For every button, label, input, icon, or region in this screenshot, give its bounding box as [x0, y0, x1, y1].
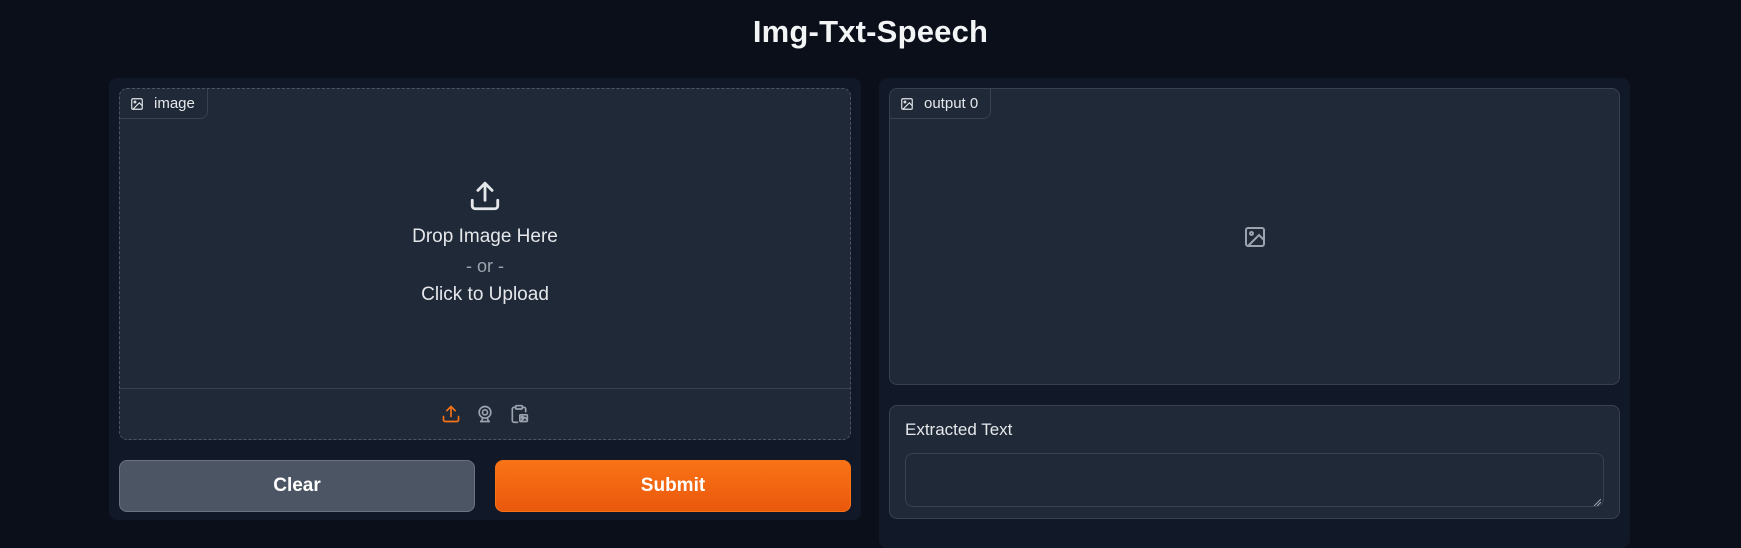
output-image-label: output 0	[890, 89, 992, 119]
image-placeholder-icon	[1244, 226, 1265, 247]
extracted-text-field[interactable]	[905, 453, 1604, 507]
source-upload-button[interactable]	[440, 403, 462, 425]
webcam-icon	[478, 405, 492, 423]
image-input[interactable]: image Drop Image Here - or - Click to Up…	[119, 88, 851, 440]
upload-dropzone[interactable]: Drop Image Here - or - Click to Upload	[120, 89, 850, 389]
upload-icon	[470, 181, 500, 211]
image-icon	[901, 97, 913, 110]
extracted-text-block: Extracted Text	[889, 405, 1620, 519]
input-panel: image Drop Image Here - or - Click to Up…	[109, 78, 861, 520]
or-text: - or -	[466, 256, 504, 276]
clear-button[interactable]: Clear	[119, 460, 475, 512]
submit-button[interactable]: Submit	[495, 460, 851, 512]
resize-handle-icon[interactable]	[1593, 498, 1601, 506]
upload-icon	[442, 405, 460, 423]
drop-text: Drop Image Here	[412, 226, 558, 247]
source-clipboard-button[interactable]	[508, 403, 530, 425]
page-title: Img-Txt-Speech	[752, 14, 989, 49]
output-image: output 0	[889, 88, 1620, 385]
output-image-label-text: output 0	[924, 95, 979, 112]
extracted-text-label: Extracted Text	[905, 420, 1013, 439]
image-source-selector	[120, 388, 850, 439]
source-webcam-button[interactable]	[474, 403, 496, 425]
click-upload-text: Click to Upload	[421, 284, 549, 305]
output-panel: output 0 Extracted Text	[879, 78, 1630, 548]
clipboard-icon	[511, 404, 529, 424]
